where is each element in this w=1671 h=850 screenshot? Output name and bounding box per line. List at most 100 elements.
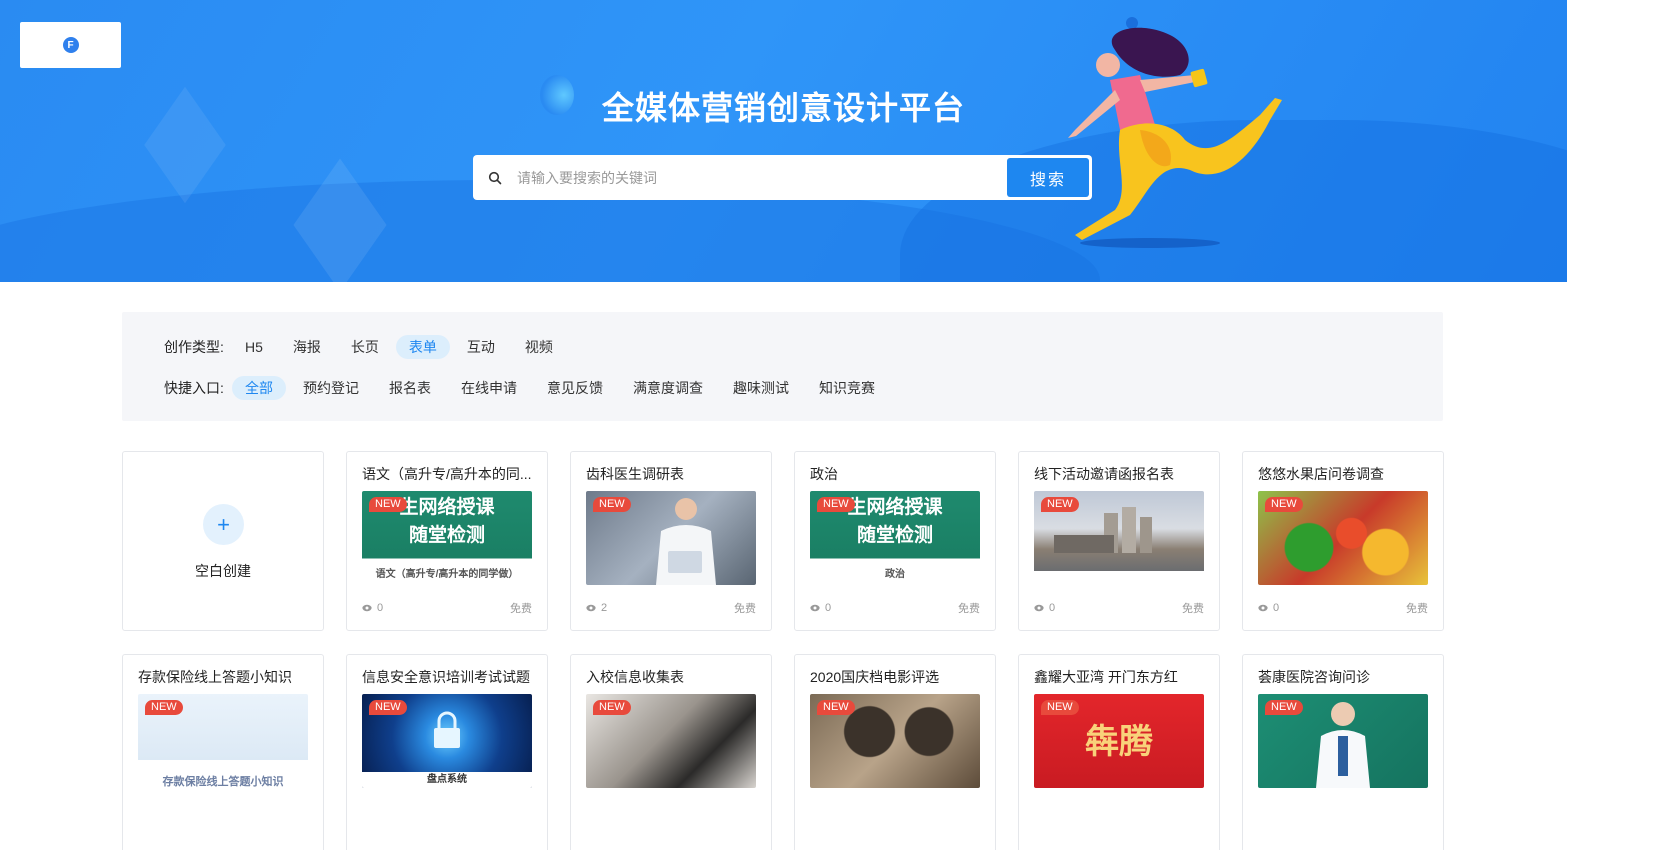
new-badge: NEW xyxy=(369,700,407,715)
search-button[interactable]: 搜索 xyxy=(1007,158,1089,197)
blank-create-card[interactable]: + 空白创建 xyxy=(122,451,324,631)
new-badge: NEW xyxy=(1265,700,1303,715)
view-count: 0 xyxy=(1258,600,1279,616)
template-meta: 0 免费 xyxy=(810,600,980,616)
new-badge: NEW xyxy=(593,497,631,512)
view-count-value: 0 xyxy=(377,602,384,614)
search-bar: 搜索 xyxy=(473,155,1092,200)
blank-create-label: 空白创建 xyxy=(195,563,251,579)
template-meta: 2 免费 xyxy=(586,600,756,616)
template-thumbnail: NEW xyxy=(1258,694,1428,788)
thumbnail-caption: 语文（高升专/高升本的同学做） xyxy=(375,569,519,580)
view-count-value: 2 xyxy=(601,602,608,614)
eye-icon xyxy=(810,604,820,612)
quick-signup-form[interactable]: 报名表 xyxy=(376,376,444,400)
template-title: 语文（高升专/高升本的同... xyxy=(362,466,532,482)
thumbnail-caption: 存款保险线上答题小知识 xyxy=(162,776,284,788)
eye-icon xyxy=(1034,604,1044,612)
quick-satisfaction-survey[interactable]: 满意度调查 xyxy=(620,376,716,400)
template-title: 入校信息收集表 xyxy=(586,669,684,685)
template-card[interactable]: 存款保险线上答题小知识 存款保险线上答题小知识 NEW xyxy=(122,654,324,850)
new-badge: NEW xyxy=(1265,497,1303,512)
template-card[interactable]: 鑫耀大亚湾 开门东方红 犇腾 NEW xyxy=(1018,654,1220,850)
page-title: 全媒体营销创意设计平台 xyxy=(601,90,965,126)
template-thumbnail: NEW xyxy=(1258,491,1428,585)
price-label: 免费 xyxy=(1182,603,1204,615)
template-thumbnail: 生网络授课 随堂检测 政治 NEW xyxy=(810,491,980,585)
running-woman-illustration xyxy=(1068,27,1282,240)
template-card[interactable]: 语文（高升专/高升本的同... 生网络授课 随堂检测 语文（高升专/高升本的同学… xyxy=(346,451,548,631)
new-badge: NEW xyxy=(1041,700,1079,715)
thumbnail-text: 犇腾 xyxy=(1085,723,1153,761)
template-title: 悠悠水果店问卷调查 xyxy=(1258,466,1384,482)
hero-banner: F 全媒体营销创意设计平台 搜索 xyxy=(0,0,1567,282)
filter-panel: 创作类型: H5 海报 长页 表单 互动 视频 快捷入口: 全部 预约登记 报名… xyxy=(122,312,1443,421)
quick-feedback[interactable]: 意见反馈 xyxy=(534,376,616,400)
filter-type-poster[interactable]: 海报 xyxy=(280,335,334,359)
template-card[interactable]: 2020国庆档电影评选 NEW xyxy=(794,654,996,850)
filter-type-long-page[interactable]: 长页 xyxy=(338,335,392,359)
template-card[interactable]: 荟康医院咨询问诊 NEW xyxy=(1242,654,1444,850)
template-title: 2020国庆档电影评选 xyxy=(810,669,940,685)
view-count: 0 xyxy=(362,600,383,616)
template-meta: 0 免费 xyxy=(1034,600,1204,616)
price-label: 免费 xyxy=(734,603,756,615)
template-thumbnail: NEW xyxy=(586,491,756,585)
template-card[interactable]: 政治 生网络授课 随堂检测 政治 NEW 0 免费 xyxy=(794,451,996,631)
template-thumbnail: 存款保险线上答题小知识 NEW xyxy=(138,694,308,788)
template-title: 齿科医生调研表 xyxy=(586,466,684,482)
filter-label: 快捷入口: xyxy=(164,380,224,396)
quick-entry-filter: 快捷入口: 全部 预约登记 报名表 在线申请 意见反馈 满意度调查 趣味测试 知… xyxy=(164,375,1443,401)
template-title: 荟康医院咨询问诊 xyxy=(1258,669,1370,685)
search-input[interactable] xyxy=(517,169,1007,186)
filter-type-form[interactable]: 表单 xyxy=(395,335,450,359)
quick-all[interactable]: 全部 xyxy=(232,376,286,400)
new-badge: NEW xyxy=(145,700,183,715)
new-badge: NEW xyxy=(369,497,407,512)
new-badge: NEW xyxy=(817,700,855,715)
site-logo[interactable]: F xyxy=(20,22,121,68)
thumbnail-caption: 盘点系统 xyxy=(362,772,532,788)
quick-online-application[interactable]: 在线申请 xyxy=(448,376,530,400)
template-thumbnail: NEW xyxy=(1034,491,1204,585)
view-count-value: 0 xyxy=(1273,602,1280,614)
template-card[interactable]: 齿科医生调研表 NEW 2 免费 xyxy=(570,451,772,631)
template-meta: 0 免费 xyxy=(362,600,532,616)
new-badge: NEW xyxy=(1041,497,1079,512)
new-badge: NEW xyxy=(817,497,855,512)
quick-reservation[interactable]: 预约登记 xyxy=(290,376,372,400)
eye-icon xyxy=(586,604,596,612)
template-card[interactable]: 线下活动邀请函报名表 NEW 0 免费 xyxy=(1018,451,1220,631)
view-count: 2 xyxy=(586,600,607,616)
quick-knowledge-contest[interactable]: 知识竞赛 xyxy=(806,376,888,400)
view-count-value: 0 xyxy=(1049,602,1056,614)
search-icon xyxy=(473,171,517,185)
template-thumbnail: 盘点系统 NEW xyxy=(362,694,532,788)
template-title: 鑫耀大亚湾 开门东方红 xyxy=(1034,669,1178,685)
filter-label: 创作类型: xyxy=(164,339,224,355)
creation-type-filter: 创作类型: H5 海报 长页 表单 互动 视频 xyxy=(164,334,1443,360)
template-card[interactable]: 信息安全意识培训考试试题 盘点系统 NEW xyxy=(346,654,548,850)
new-badge: NEW xyxy=(593,700,631,715)
template-title: 线下活动邀请函报名表 xyxy=(1034,466,1174,482)
filter-type-h5[interactable]: H5 xyxy=(232,335,276,359)
filter-type-video[interactable]: 视频 xyxy=(512,335,566,359)
template-thumbnail: 生网络授课 随堂检测 语文（高升专/高升本的同学做） NEW xyxy=(362,491,532,585)
eye-icon xyxy=(362,604,372,612)
template-title: 政治 xyxy=(810,466,838,482)
template-thumbnail: NEW xyxy=(586,694,756,788)
price-label: 免费 xyxy=(510,603,532,615)
logo-icon: F xyxy=(62,37,79,53)
view-count: 0 xyxy=(1034,600,1055,616)
template-title: 存款保险线上答题小知识 xyxy=(138,669,292,685)
template-card[interactable]: 入校信息收集表 NEW xyxy=(570,654,772,850)
template-thumbnail: 犇腾 NEW xyxy=(1034,694,1204,788)
template-title: 信息安全意识培训考试试题 xyxy=(362,669,530,685)
quick-fun-quiz[interactable]: 趣味测试 xyxy=(720,376,802,400)
template-card[interactable]: 悠悠水果店问卷调查 NEW 0 免费 xyxy=(1242,451,1444,631)
price-label: 免费 xyxy=(1406,603,1428,615)
eye-icon xyxy=(1258,604,1268,612)
filter-type-interactive[interactable]: 互动 xyxy=(454,335,508,359)
template-thumbnail: NEW xyxy=(810,694,980,788)
template-meta: 0 免费 xyxy=(1258,600,1428,616)
